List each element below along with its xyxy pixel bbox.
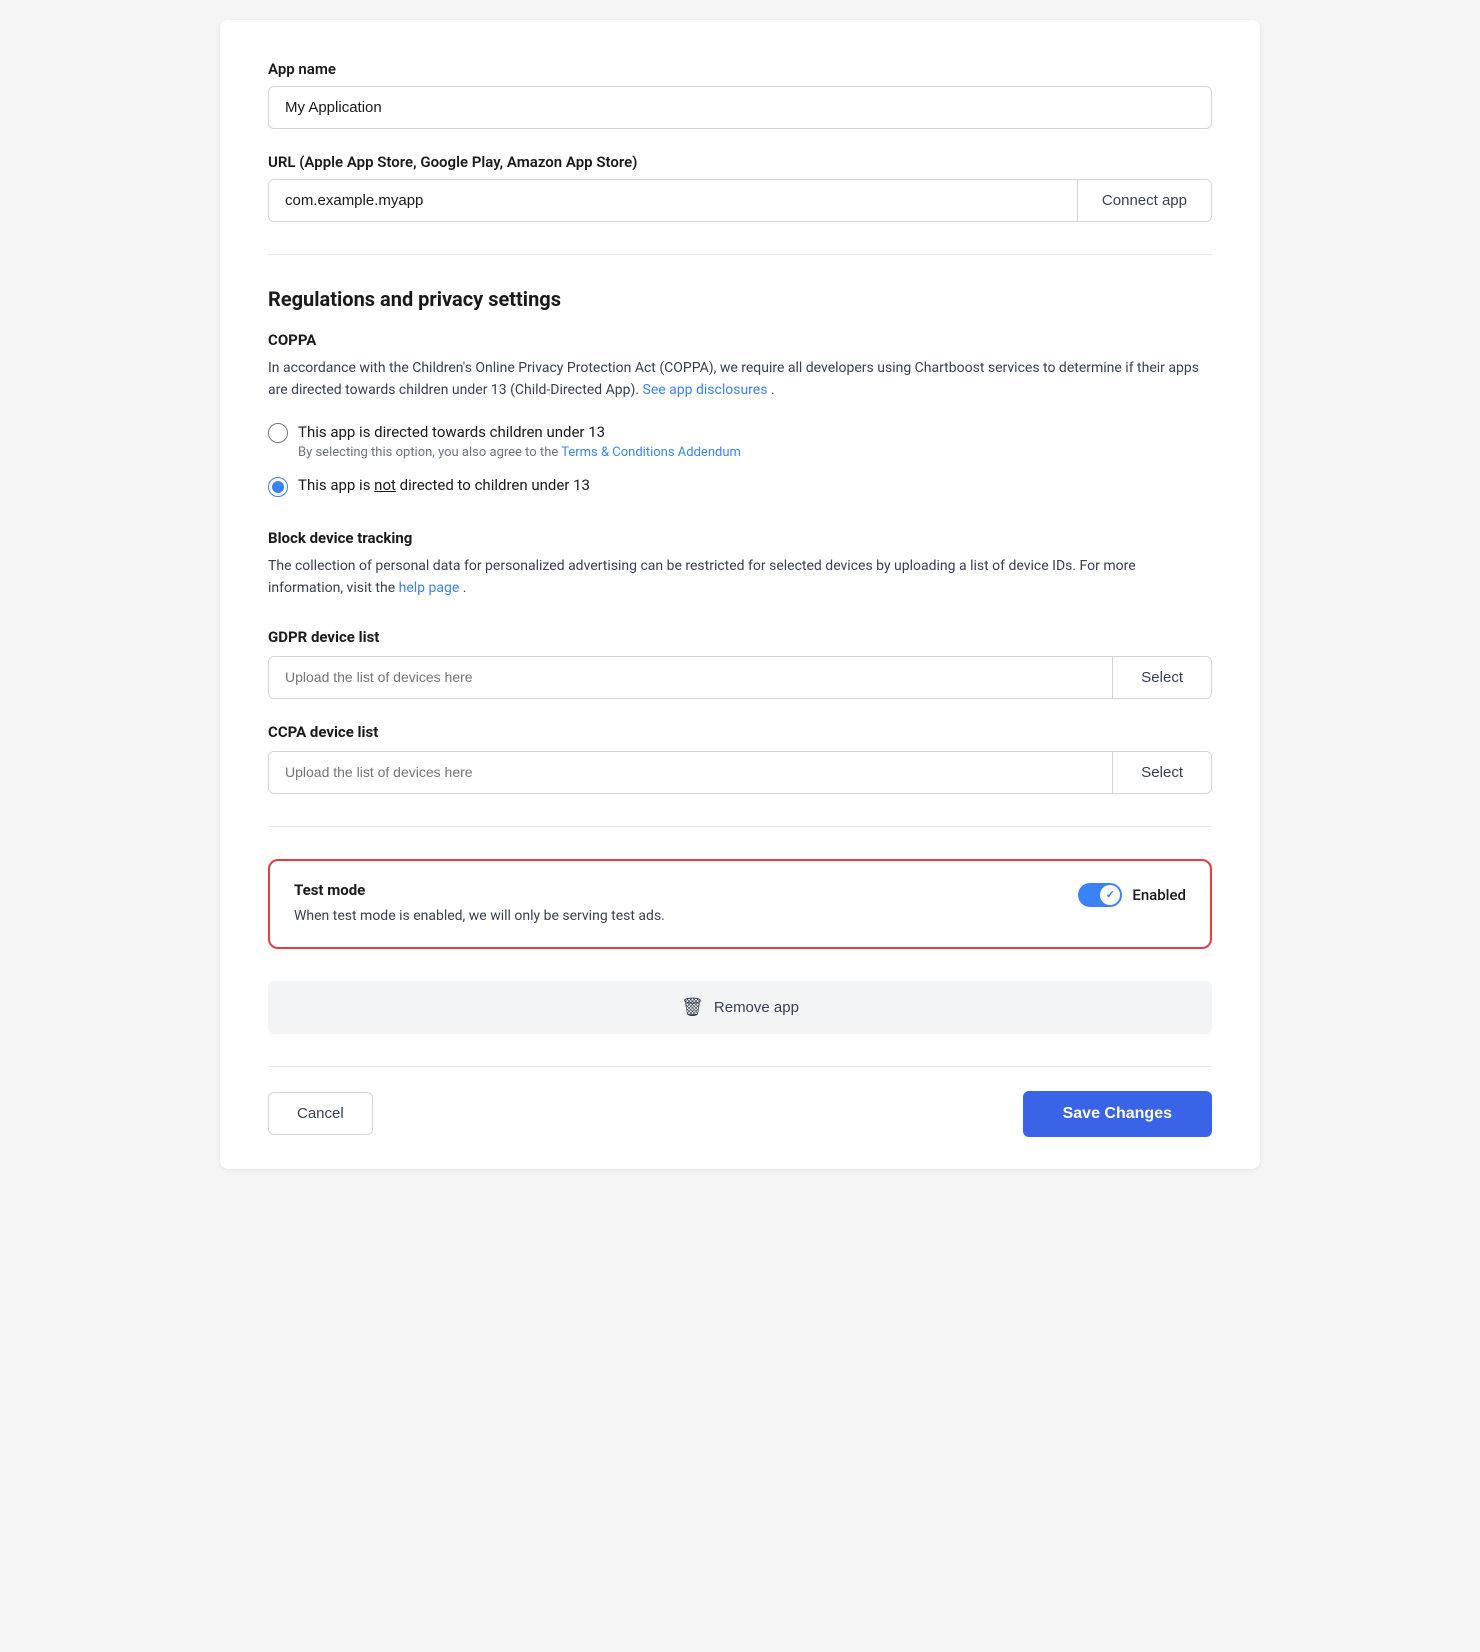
ccpa-select-button[interactable]: Select xyxy=(1112,752,1211,793)
coppa-option2-label-underline: not xyxy=(374,476,396,494)
block-tracking-section: Block device tracking The collection of … xyxy=(268,529,1212,600)
url-input[interactable] xyxy=(269,180,1077,221)
gdpr-section: GDPR device list Select xyxy=(268,628,1212,699)
coppa-option1-label[interactable]: This app is directed towards children un… xyxy=(298,423,605,441)
section-divider xyxy=(268,254,1212,255)
save-changes-button[interactable]: Save Changes xyxy=(1023,1091,1212,1137)
app-name-label: App name xyxy=(268,60,1212,78)
regulations-section: Regulations and privacy settings COPPA I… xyxy=(268,287,1212,794)
regulations-title: Regulations and privacy settings xyxy=(268,287,1212,311)
ccpa-input-wrapper: Select xyxy=(268,751,1212,794)
remove-app-label: Remove app xyxy=(714,999,799,1016)
test-mode-description: When test mode is enabled, we will only … xyxy=(294,905,714,927)
connect-app-button[interactable]: Connect app xyxy=(1077,180,1211,221)
app-disclosures-link[interactable]: See app disclosures xyxy=(643,382,768,398)
test-mode-content: Test mode When test mode is enabled, we … xyxy=(294,881,1078,927)
gdpr-select-button[interactable]: Select xyxy=(1112,657,1211,698)
help-page-link[interactable]: help page xyxy=(399,580,460,596)
toggle-thumb: ✓ xyxy=(1100,885,1120,905)
url-group: URL (Apple App Store, Google Play, Amazo… xyxy=(268,153,1212,222)
gdpr-input-wrapper: Select xyxy=(268,656,1212,699)
coppa-description: In accordance with the Children's Online… xyxy=(268,357,1212,402)
toggle-check-icon: ✓ xyxy=(1106,888,1115,901)
remove-app-button[interactable]: 🗑 Remove app xyxy=(268,981,1212,1034)
ccpa-label: CCPA device list xyxy=(268,723,1212,741)
coppa-option2-label-post: directed to children under 13 xyxy=(396,476,590,494)
app-name-input[interactable] xyxy=(268,86,1212,129)
coppa-title: COPPA xyxy=(268,331,1212,349)
cancel-button[interactable]: Cancel xyxy=(268,1092,373,1135)
coppa-option1-sublabel: By selecting this option, you also agree… xyxy=(298,445,741,460)
footer-bar: Cancel Save Changes xyxy=(268,1066,1212,1169)
coppa-radio-no[interactable] xyxy=(268,477,288,497)
coppa-radio-option-2[interactable]: This app is not directed to children und… xyxy=(268,476,1212,497)
block-tracking-description: The collection of personal data for pers… xyxy=(268,555,1212,600)
test-mode-divider xyxy=(268,826,1212,827)
gdpr-label: GDPR device list xyxy=(268,628,1212,646)
gdpr-input[interactable] xyxy=(269,657,1112,698)
block-tracking-end: . xyxy=(463,580,467,596)
coppa-option1-content: This app is directed towards children un… xyxy=(298,422,741,460)
url-input-group: Connect app xyxy=(268,179,1212,222)
coppa-radio-group: This app is directed towards children un… xyxy=(268,422,1212,497)
test-mode-toggle-label: Enabled xyxy=(1132,886,1186,904)
toggle-track: ✓ xyxy=(1078,883,1122,907)
coppa-sublabel-text: By selecting this option, you also agree… xyxy=(298,445,561,460)
coppa-radio-yes[interactable] xyxy=(268,423,288,443)
ccpa-input[interactable] xyxy=(269,752,1112,793)
test-mode-toggle[interactable]: ✓ xyxy=(1078,883,1122,907)
coppa-option2-label[interactable]: This app is not directed to children und… xyxy=(298,476,590,494)
coppa-option2-label-pre: This app is xyxy=(298,476,374,494)
terms-conditions-link[interactable]: Terms & Conditions Addendum xyxy=(561,445,741,460)
ccpa-section: CCPA device list Select xyxy=(268,723,1212,794)
block-tracking-title: Block device tracking xyxy=(268,529,1212,547)
page-container: App name URL (Apple App Store, Google Pl… xyxy=(220,20,1260,1169)
test-mode-box: Test mode When test mode is enabled, we … xyxy=(268,859,1212,949)
coppa-section: COPPA In accordance with the Children's … xyxy=(268,331,1212,497)
coppa-description-end: . xyxy=(771,382,775,398)
coppa-radio-option-1[interactable]: This app is directed towards children un… xyxy=(268,422,1212,460)
test-mode-toggle-area: ✓ Enabled xyxy=(1078,883,1186,907)
trash-icon: 🗑 xyxy=(681,997,704,1018)
url-label: URL (Apple App Store, Google Play, Amazo… xyxy=(268,153,1212,171)
test-mode-title: Test mode xyxy=(294,881,1078,899)
app-name-group: App name xyxy=(268,60,1212,129)
